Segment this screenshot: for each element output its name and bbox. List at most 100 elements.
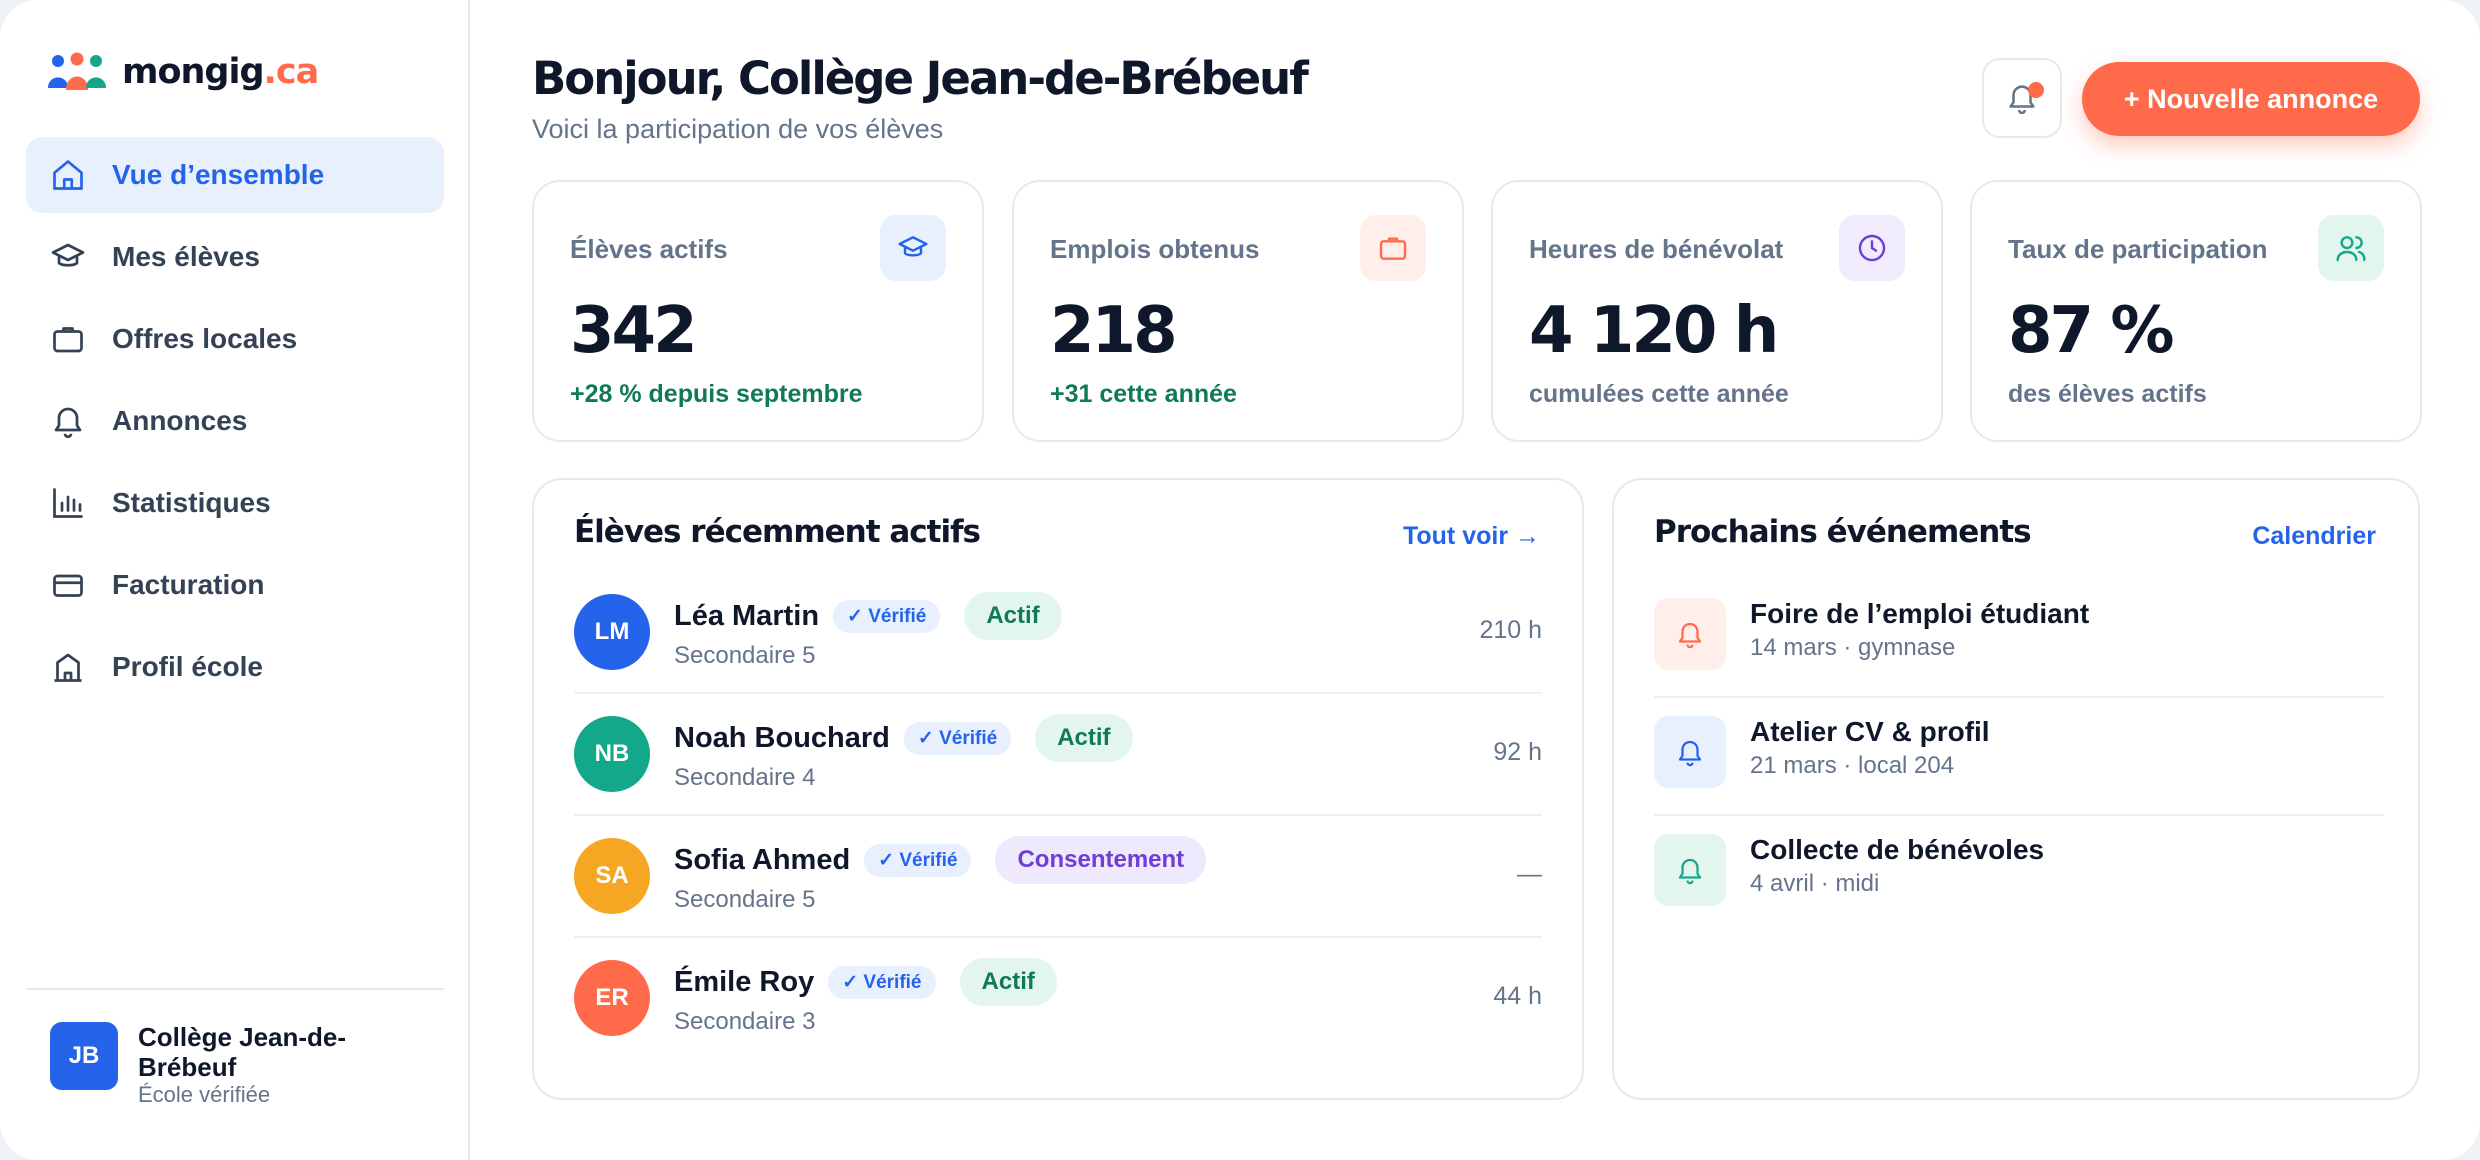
sidebar-item-billing[interactable]: Facturation [26,547,444,623]
school-account[interactable]: JB Collège Jean-de-Brébeuf École vérifié… [26,988,444,1108]
briefcase-icon [1360,215,1426,281]
sidebar-item-overview[interactable]: Vue d’ensemble [26,137,444,213]
stat-value: 342 [570,294,698,368]
school-name: Collège Jean-de-Brébeuf [138,1022,347,1082]
bell-icon [1654,834,1726,906]
app-window: mongig.ca Vue d’ensemble Mes élèves Offr… [0,0,2480,1160]
status-badge: Actif [959,958,1057,1006]
sidebar-item-offers[interactable]: Offres locales [26,301,444,377]
event-item[interactable]: Foire de l’emploi étudiant 14 mars · gym… [1654,580,2384,698]
student-row[interactable]: ER Émile Roy ✓ Vérifié Actif Secondaire … [574,938,1542,1060]
student-info: Léa Martin ✓ Vérifié Actif Secondaire 5 [674,592,1062,670]
page-title: Bonjour, Collège Jean-de-Brébeuf [532,52,1309,105]
avatar: ER [574,960,650,1036]
verified-badge: ✓ Vérifié [903,721,1012,755]
logo[interactable]: mongig.ca [48,52,319,92]
status-badge: Actif [964,592,1062,640]
notification-dot [2028,82,2044,98]
event-title: Atelier CV & profil [1750,716,1990,747]
event-item[interactable]: Atelier CV & profil 21 mars · local 204 [1654,698,2384,816]
stat-note: cumulées cette année [1529,380,1789,408]
sidebar-item-label: Offres locales [112,323,298,354]
student-name: Sofia Ahmed [674,843,851,876]
avatar: NB [574,716,650,792]
student-info: Sofia Ahmed ✓ Vérifié Consentement Secon… [674,836,1207,914]
sidebar-item-label: Statistiques [112,487,271,518]
clock-icon [1839,215,1905,281]
student-name: Noah Bouchard [674,721,890,754]
recent-students-panel: Élèves récemment actifs Tout voir → LM L… [532,478,1584,1100]
event-item[interactable]: Collecte de bénévoles 4 avril · midi [1654,816,2384,934]
notifications-button[interactable] [1982,58,2062,138]
stat-value: 87 % [2008,294,2174,368]
student-row[interactable]: NB Noah Bouchard ✓ Vérifié Actif Seconda… [574,694,1542,816]
briefcase-icon [53,327,83,353]
school-status: École vérifiée [138,1082,271,1107]
status-badge: Actif [1035,714,1133,762]
verified-badge: ✓ Vérifié [833,599,941,633]
student-hours: 210 h [1479,616,1542,644]
bar-chart-icon [53,488,83,518]
stat-label: Emplois obtenus [1050,234,1260,264]
panel-title: Prochains événements [1654,514,2032,550]
sidebar-item-label: Mes élèves [112,241,260,272]
avatar: SA [574,838,650,914]
home-icon [53,160,83,190]
status-badge: Consentement [995,836,1207,884]
upcoming-events-panel: Prochains événements Calendrier Foire de… [1612,478,2420,1100]
new-announcement-button[interactable]: + Nouvelle annonce [2082,62,2420,136]
bell-icon [1654,598,1726,670]
stat-card-jobs: Emplois obtenus 218 +31 cette année [1012,180,1464,442]
sidebar-item-announcements[interactable]: Annonces [26,383,444,459]
sidebar: mongig.ca Vue d’ensemble Mes élèves Offr… [0,0,470,1160]
panel-title: Élèves récemment actifs [574,514,981,550]
stat-note: des élèves actifs [2008,380,2207,408]
student-row[interactable]: SA Sofia Ahmed ✓ Vérifié Consentement Se… [574,816,1542,938]
stat-card-participation: Taux de participation 87 % des élèves ac… [1970,180,2422,442]
users-icon [2318,215,2384,281]
student-info: Émile Roy ✓ Vérifié Actif Secondaire 3 [674,958,1057,1036]
event-title: Collecte de bénévoles [1750,834,2045,865]
student-hours: 44 h [1493,982,1542,1010]
sidebar-item-label: Annonces [112,405,248,436]
student-name: Émile Roy [674,965,815,998]
bell-icon [54,407,82,439]
student-row[interactable]: LM Léa Martin ✓ Vérifié Actif Secondaire… [574,572,1542,694]
student-grade: Secondaire 4 [674,764,816,791]
verified-badge: ✓ Vérifié [828,965,936,999]
event-detail: 14 mars · gymnase [1750,634,1956,661]
stat-card-volunteer-hours: Heures de bénévolat 4 120 h cumulées cet… [1491,180,1943,442]
student-grade: Secondaire 5 [674,642,816,669]
sidebar-item-label: Facturation [112,569,265,600]
student-info: Noah Bouchard ✓ Vérifié Actif Secondaire… [674,714,1133,792]
sidebar-item-label: Profil école [112,651,263,682]
stat-value: 4 120 h [1529,294,1779,368]
student-hours: — [1517,860,1542,888]
bell-icon [1654,716,1726,788]
stat-label: Taux de participation [2008,234,2268,264]
avatar: LM [574,594,650,670]
avatar: JB [50,1022,118,1090]
calendar-link[interactable]: Calendrier [2252,522,2376,551]
student-grade: Secondaire 3 [674,1008,816,1035]
page-subtitle: Voici la participation de vos élèves [532,114,944,144]
event-title: Foire de l’emploi étudiant [1750,598,2090,629]
see-all-link[interactable]: Tout voir → [1403,522,1540,551]
sidebar-item-statistics[interactable]: Statistiques [26,465,444,541]
student-hours: 92 h [1493,738,1542,766]
event-detail: 4 avril · midi [1750,870,1880,897]
school-building-icon [54,653,82,682]
brand-name: mongig.ca [122,52,319,92]
sidebar-nav: Vue d’ensemble Mes élèves Offres locales… [26,137,444,711]
graduation-cap-icon [51,243,85,267]
event-detail: 21 mars · local 204 [1750,752,1955,779]
credit-card-icon [53,574,83,597]
sidebar-item-school-profile[interactable]: Profil école [26,629,444,705]
graduation-cap-icon [880,215,946,281]
school-info: Collège Jean-de-Brébeuf École vérifiée [138,1022,378,1108]
sidebar-item-students[interactable]: Mes élèves [26,219,444,295]
stat-card-active-students: Élèves actifs 342 +28 % depuis septembre [532,180,984,442]
verified-badge: ✓ Vérifié [864,843,972,877]
student-name: Léa Martin [674,599,820,632]
stat-label: Élèves actifs [570,234,728,264]
